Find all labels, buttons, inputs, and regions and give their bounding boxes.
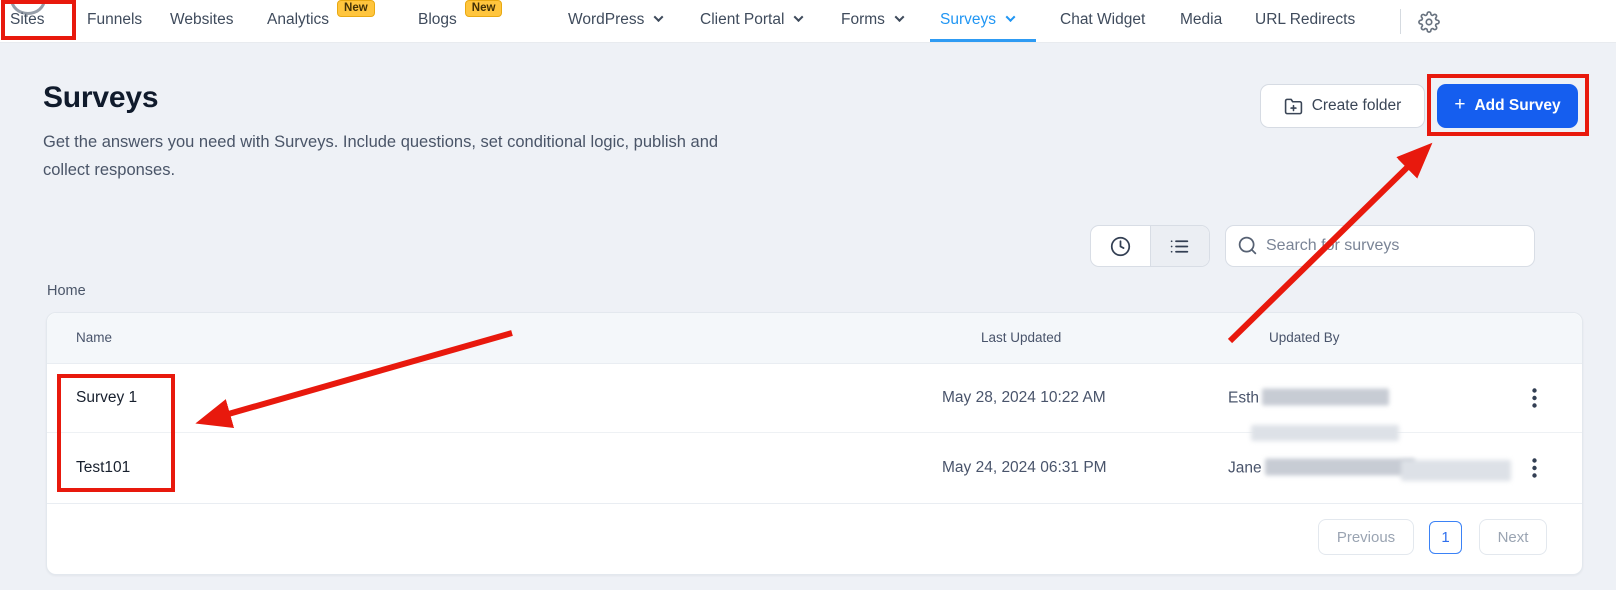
row-actions-menu-button[interactable] <box>1520 454 1548 482</box>
new-badge: New <box>337 0 375 17</box>
nav-label: URL Redirects <box>1255 11 1356 28</box>
surveys-page: Sites Funnels Websites Analytics New Blo… <box>0 0 1616 590</box>
nav-item-sites[interactable]: Sites <box>10 0 44 40</box>
page-title: Surveys <box>43 81 159 114</box>
nav-item-url-redirects[interactable]: URL Redirects <box>1255 0 1355 40</box>
nav-item-wordpress[interactable]: WordPress <box>568 0 664 40</box>
active-tab-underline <box>930 39 1036 42</box>
chevron-down-icon <box>653 12 664 23</box>
table-header-row: Name Last Updated Updated By <box>47 313 1582 364</box>
breadcrumb-home[interactable]: Home <box>47 283 86 299</box>
updated-by-visible-text: Jane <box>1228 459 1262 477</box>
updated-by-value: Esth <box>1228 388 1390 408</box>
create-folder-button[interactable]: Create folder <box>1260 84 1425 128</box>
page-description-line2: collect responses. <box>43 161 176 179</box>
new-badge: New <box>464 0 503 17</box>
top-navigation: Sites Funnels Websites Analytics New Blo… <box>0 0 1616 43</box>
nav-item-funnels[interactable]: Funnels <box>87 0 142 40</box>
nav-label: Blogs <box>418 11 457 28</box>
redacted-text-artifact <box>1251 425 1399 441</box>
nav-item-analytics[interactable]: Analytics New <box>267 0 375 40</box>
redacted-name-block <box>1262 388 1390 406</box>
kebab-menu-icon <box>1531 458 1537 478</box>
redacted-text-artifact <box>1401 460 1511 481</box>
settings-button[interactable] <box>1412 5 1446 39</box>
nav-label: Client Portal <box>700 11 785 28</box>
nav-item-chat-widget[interactable]: Chat Widget <box>1060 0 1145 40</box>
nav-divider <box>1400 9 1401 34</box>
last-updated-value: May 28, 2024 10:22 AM <box>942 389 1106 406</box>
list-icon <box>1171 239 1189 253</box>
nav-label: Analytics <box>267 11 330 28</box>
page-description: Get the answers you need with Surveys. I… <box>43 128 718 184</box>
list-view-button[interactable] <box>1149 226 1209 266</box>
nav-item-forms[interactable]: Forms <box>841 0 905 40</box>
nav-label: Surveys <box>940 11 996 28</box>
nav-label: Media <box>1180 11 1223 28</box>
nav-item-surveys-active[interactable]: Surveys <box>940 0 1016 40</box>
updated-by-visible-text: Esth <box>1228 389 1260 407</box>
clock-icon <box>1110 236 1130 256</box>
nav-label: Forms <box>841 11 885 28</box>
nav-item-media[interactable]: Media <box>1180 0 1222 40</box>
row-actions-menu-button[interactable] <box>1520 384 1548 412</box>
column-header-last-updated: Last Updated <box>981 330 1062 345</box>
search-surveys <box>1225 225 1535 267</box>
nav-item-websites[interactable]: Websites <box>170 0 233 40</box>
next-page-button[interactable]: Next <box>1479 519 1547 555</box>
nav-label: Chat Widget <box>1060 11 1146 28</box>
table-row-survey-1[interactable]: Survey 1 May 28, 2024 10:22 AM Esth <box>47 364 1582 433</box>
nav-label: Websites <box>170 11 234 28</box>
search-input[interactable] <box>1225 225 1535 267</box>
updated-by-value: Jane <box>1228 458 1415 478</box>
add-survey-label: Add Survey <box>1474 97 1561 114</box>
search-icon <box>1238 236 1257 255</box>
chevron-down-icon <box>793 12 804 23</box>
recent-view-button[interactable] <box>1091 226 1150 266</box>
chevron-down-icon <box>1005 12 1016 23</box>
nav-item-blogs[interactable]: Blogs New <box>418 0 503 40</box>
nav-item-client-portal[interactable]: Client Portal <box>700 0 804 40</box>
nav-label: Funnels <box>87 11 143 28</box>
view-toggle <box>1090 225 1210 267</box>
column-header-updated-by: Updated By <box>1269 330 1340 345</box>
redacted-name-block <box>1264 458 1415 476</box>
create-folder-label: Create folder <box>1311 97 1402 114</box>
page-number-button[interactable]: 1 <box>1429 521 1462 554</box>
previous-page-button[interactable]: Previous <box>1318 519 1414 555</box>
nav-label: Sites <box>10 11 45 28</box>
add-survey-button[interactable]: + Add Survey <box>1437 84 1578 128</box>
folder-plus-icon <box>1284 98 1302 114</box>
surveys-table: Name Last Updated Updated By Survey 1 Ma… <box>46 312 1583 575</box>
table-row-test101[interactable]: Test101 May 24, 2024 06:31 PM Jane <box>47 433 1582 504</box>
pagination: Previous 1 Next <box>47 504 1582 576</box>
nav-label: WordPress <box>568 11 645 28</box>
gear-icon <box>1418 11 1440 33</box>
kebab-menu-icon <box>1531 388 1537 408</box>
survey-name: Survey 1 <box>76 389 138 406</box>
column-header-name: Name <box>76 330 113 345</box>
survey-name: Test101 <box>76 459 131 476</box>
chevron-down-icon <box>894 12 905 23</box>
plus-icon: + <box>1454 94 1466 115</box>
last-updated-value: May 24, 2024 06:31 PM <box>942 459 1107 476</box>
page-description-line1: Get the answers you need with Surveys. I… <box>43 133 719 151</box>
